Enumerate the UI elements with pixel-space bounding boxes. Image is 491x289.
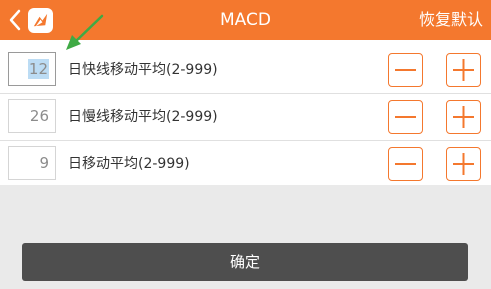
fast-period-value: 12 [27,59,49,79]
plus-icon [453,106,474,128]
param-row-signal: 9 日移动平均(2-999) [0,140,491,188]
fast-period-label: 日快线移动平均(2-999) [68,62,218,78]
signal-period-input[interactable]: 9 [8,146,56,180]
slow-period-label: 日慢线移动平均(2-999) [68,109,218,125]
slow-period-input[interactable]: 26 [8,99,56,133]
fast-decrement-button[interactable] [388,53,423,87]
minus-icon [395,116,416,118]
plus-icon [453,153,474,175]
hint-arrow-icon [66,14,104,50]
confirm-button[interactable]: 确定 [22,243,468,281]
fast-increment-button[interactable] [446,53,481,87]
slow-decrement-button[interactable] [388,100,423,134]
minus-icon [395,163,416,165]
minus-icon [395,69,416,71]
param-row-fast: 12 日快线移动平均(2-999) [0,46,491,94]
plus-icon [453,59,474,81]
param-row-slow: 26 日慢线移动平均(2-999) [0,93,491,141]
fast-period-input[interactable]: 12 [8,52,56,86]
signal-increment-button[interactable] [446,147,481,181]
param-list: 12 日快线移动平均(2-999) 26 日慢线移动平均(2-999) 9 日移… [0,40,491,185]
signal-period-label: 日移动平均(2-999) [68,156,190,172]
slow-increment-button[interactable] [446,100,481,134]
signal-decrement-button[interactable] [388,147,423,181]
reset-defaults-button[interactable]: 恢复默认 [419,0,483,40]
